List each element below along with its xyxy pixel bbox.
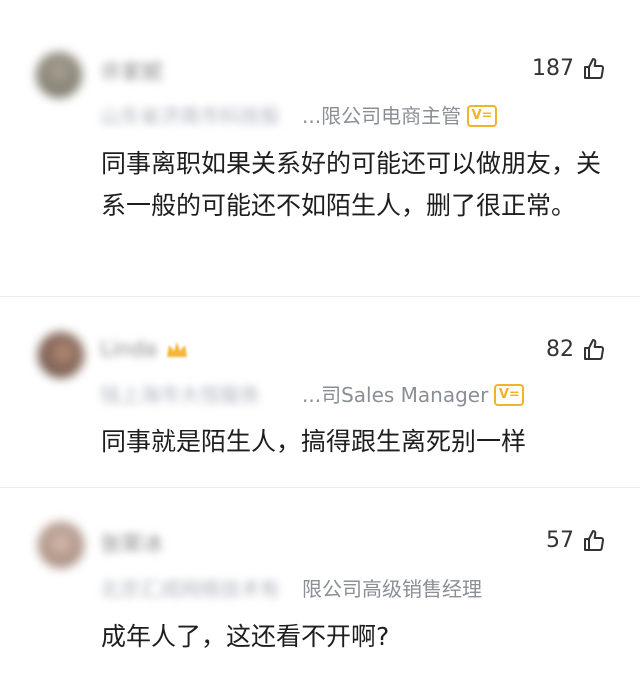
job-title: 限公司高级销售经理	[302, 573, 482, 602]
job-title: ...限公司电商主管 V=	[302, 100, 498, 129]
job-title: ...司Sales Manager V=	[302, 379, 525, 408]
job-title-hidden: 山东省济南市科技股	[100, 104, 280, 128]
avatar[interactable]	[38, 332, 84, 378]
crown-icon	[167, 342, 187, 357]
comment-item: Linda 钱上海市大恒服务 ...司Sales Manager V= 82 同事…	[0, 297, 640, 487]
verified-v-icon: V=	[467, 104, 498, 127]
comment-item: 许家妮 山东省济南市科技股 ...限公司电商主管 V= 187 同事离职如果关系好…	[0, 0, 640, 296]
job-title-text: 限公司高级销售经理	[302, 577, 482, 601]
username[interactable]: 许家妮	[100, 56, 163, 86]
username[interactable]: Linda	[100, 337, 157, 361]
comment-feed: 许家妮 山东省济南市科技股 ...限公司电商主管 V= 187 同事离职如果关系好…	[0, 0, 640, 676]
like-control[interactable]: 57	[546, 528, 606, 553]
avatar[interactable]	[36, 52, 82, 98]
thumbs-up-icon[interactable]	[582, 57, 606, 81]
thumbs-up-icon[interactable]	[582, 338, 606, 362]
like-control[interactable]: 82	[546, 337, 606, 362]
like-count: 57	[546, 528, 574, 553]
job-title-text: ...限公司电商主管	[302, 104, 462, 128]
like-control[interactable]: 187	[532, 56, 606, 81]
comment-text: 同事离职如果关系好的可能还可以做朋友，关系一般的可能还不如陌生人，删了很正常。	[101, 149, 602, 220]
job-title-hidden: 钱上海市大恒服务	[100, 383, 260, 407]
thumbs-up-icon[interactable]	[582, 529, 606, 553]
comment-item: 张荣冰 北京汇成网络技术有 限公司高级销售经理 57 成年人了，这还看不开啊?	[0, 488, 640, 676]
like-count: 82	[546, 337, 574, 362]
comment-text: 同事就是陌生人，搞得跟生离死别一样	[101, 427, 527, 456]
like-count: 187	[532, 56, 574, 81]
username[interactable]: 张荣冰	[100, 528, 163, 558]
avatar[interactable]	[38, 522, 84, 568]
verified-v-icon: V=	[494, 383, 525, 406]
comment-text: 成年人了，这还看不开啊?	[101, 622, 390, 651]
job-title-hidden: 北京汇成网络技术有	[100, 577, 280, 601]
job-title-text: ...司Sales Manager	[302, 383, 489, 407]
